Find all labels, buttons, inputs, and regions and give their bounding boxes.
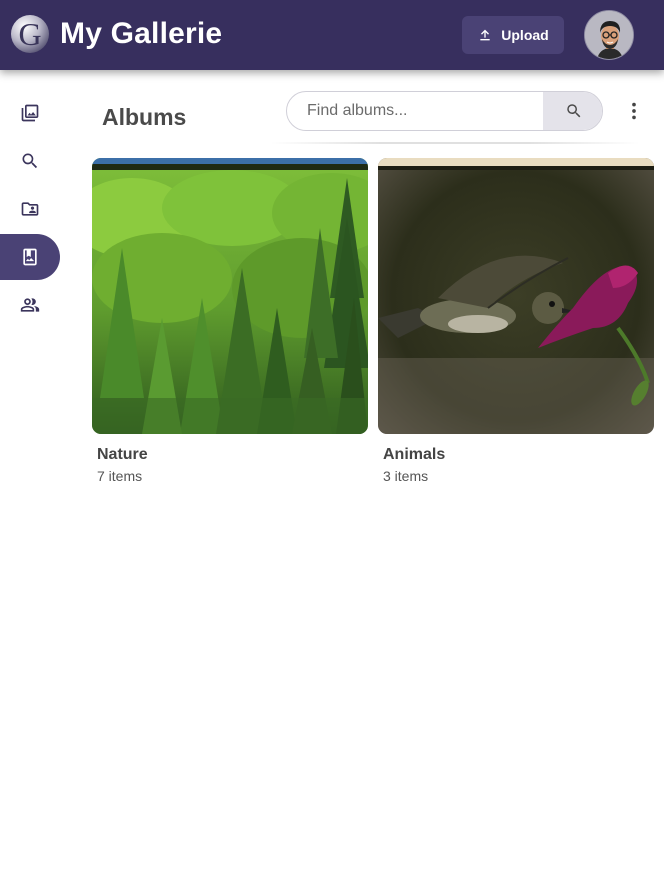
user-avatar[interactable] (584, 10, 634, 60)
album-card-animals[interactable]: Animals 3 items (378, 158, 654, 485)
svg-text:G: G (18, 16, 41, 52)
app-title: My Gallerie (60, 17, 223, 50)
photo-library-icon (0, 103, 60, 123)
toolbar-divider (270, 142, 640, 144)
sidebar-item-search[interactable] (0, 138, 60, 184)
logo-icon: G (11, 15, 49, 53)
upload-label: Upload (501, 27, 549, 43)
people-icon (0, 295, 60, 315)
album-name: Animals (383, 446, 446, 463)
album-cover-animals (378, 158, 654, 434)
search-icon (0, 151, 60, 171)
album-name: Nature (97, 446, 148, 463)
search-icon (566, 104, 580, 118)
folder-shared-icon (0, 199, 60, 219)
upload-button[interactable]: Upload (462, 16, 564, 54)
album-cover-nature (92, 158, 368, 434)
photo-album-icon (0, 247, 60, 267)
more-vert-icon (632, 102, 636, 120)
sidebar-item-albums[interactable] (0, 234, 60, 280)
album-item-count: 3 items (383, 468, 429, 484)
animals-image (378, 158, 654, 434)
search-button[interactable] (543, 92, 602, 130)
album-card-nature[interactable]: Nature 7 items (92, 158, 368, 485)
nature-image (92, 158, 368, 434)
page-title: Albums (102, 104, 187, 130)
album-search (286, 91, 603, 131)
search-input[interactable] (287, 92, 543, 130)
more-options-button[interactable] (622, 96, 646, 126)
app-bar: G My Gallerie Upload (0, 0, 664, 70)
sidebar-item-people[interactable] (0, 282, 60, 328)
album-item-count: 7 items (97, 468, 143, 484)
avatar-image (585, 11, 633, 59)
sidebar-item-photos[interactable] (0, 90, 60, 136)
sidebar-item-shared-folder[interactable] (0, 186, 60, 232)
upload-icon (480, 29, 490, 41)
app-logo[interactable]: G (10, 14, 50, 54)
